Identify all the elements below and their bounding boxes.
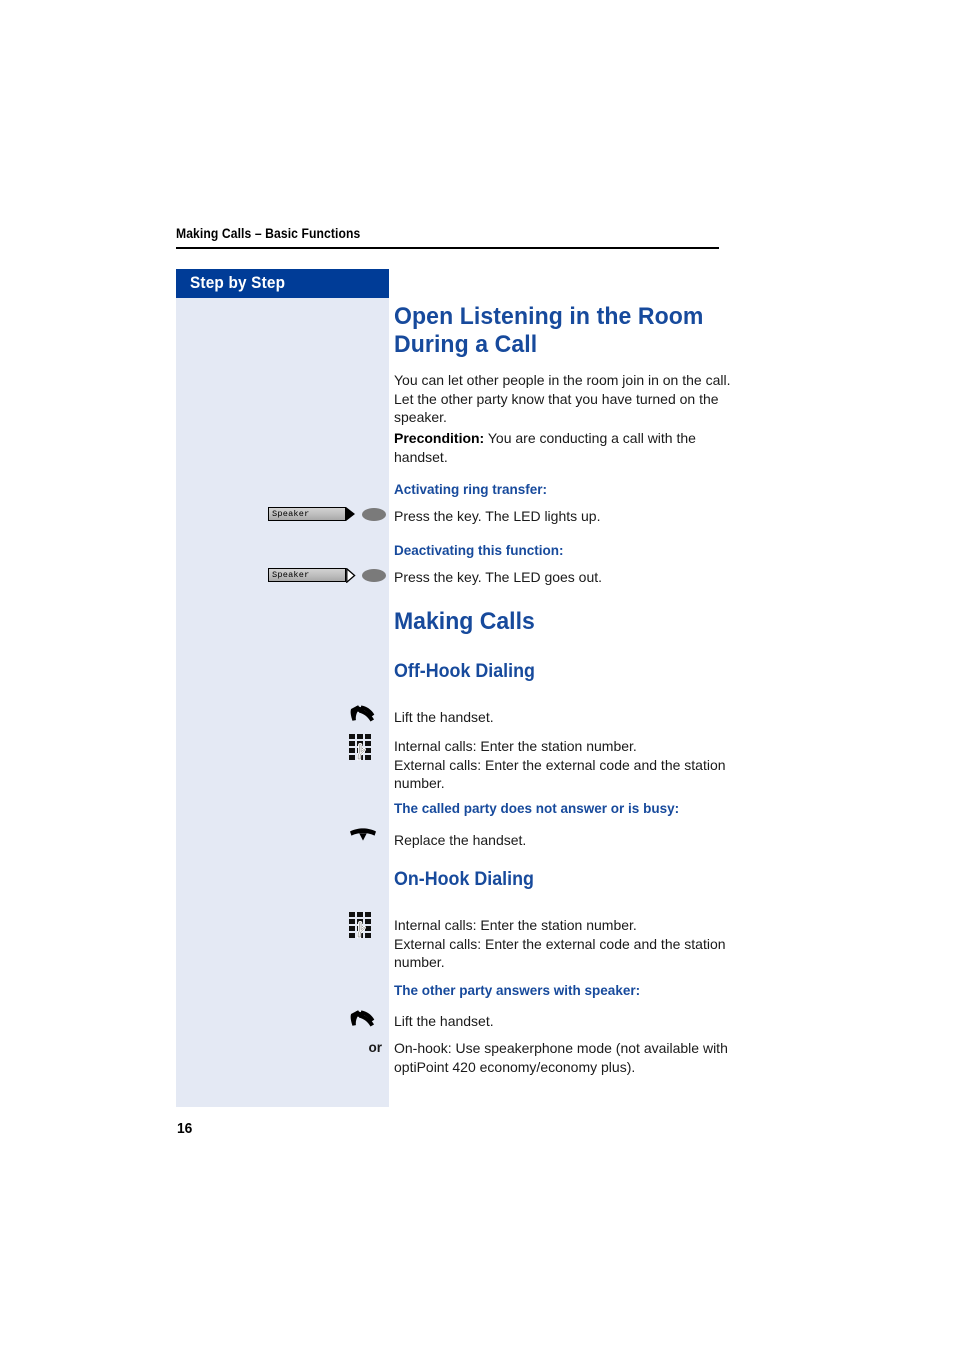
- step-activating-text: Press the key. The LED lights up.: [394, 507, 744, 526]
- speaker-key-body: Speaker: [268, 568, 346, 582]
- step-by-step-sidebar: [176, 269, 389, 1107]
- running-header-text: Making Calls – Basic Functions: [176, 226, 665, 241]
- step-lift-handset-1-text: Lift the handset.: [394, 708, 744, 727]
- replace-handset-icon: [348, 828, 392, 844]
- step-on-hook-speakerphone-text: On-hook: Use speakerphone mode (not avai…: [394, 1039, 746, 1076]
- page-number: 16: [177, 1120, 192, 1137]
- subsection-heading-on-hook-dialing: On-Hook Dialing: [394, 868, 534, 891]
- page-title: Open Listening in the Room During a Call: [394, 303, 718, 359]
- speaker-key-arrow-filled: [346, 507, 355, 521]
- document-page: Making Calls – Basic Functions Step by S…: [0, 0, 954, 1350]
- section-heading-making-calls: Making Calls: [394, 608, 535, 636]
- speaker-key-led-off[interactable]: Speaker: [268, 568, 386, 582]
- cue-called-party-no-answer: The called party does not answer or is b…: [394, 800, 679, 817]
- cue-deactivating-function: Deactivating this function:: [394, 542, 564, 559]
- step-replace-handset-text: Replace the handset.: [394, 831, 744, 850]
- running-header: Making Calls – Basic Functions: [176, 226, 719, 241]
- precondition-label: Precondition:: [394, 430, 484, 446]
- speaker-key-led-on[interactable]: Speaker: [268, 507, 386, 521]
- cue-activating-ring-transfer: Activating ring transfer:: [394, 481, 547, 498]
- lift-handset-icon: [348, 705, 392, 727]
- step-by-step-header-bar: Step by Step: [176, 269, 389, 298]
- subsection-heading-off-hook-dialing: Off-Hook Dialing: [394, 660, 535, 683]
- step-deactivating-text: Press the key. The LED goes out.: [394, 568, 744, 587]
- header-rule: [176, 247, 719, 249]
- lift-handset-icon: [348, 1010, 392, 1032]
- speaker-key-label: Speaker: [269, 510, 310, 519]
- precondition-paragraph: Precondition: You are conducting a call …: [394, 429, 746, 466]
- keypad-icon: [348, 911, 392, 939]
- speaker-key-arrow-hollow: [346, 568, 355, 582]
- speaker-key-label: Speaker: [269, 571, 310, 580]
- speaker-key-body: Speaker: [268, 507, 346, 521]
- speaker-key-led-indicator: [362, 569, 386, 582]
- step-lift-handset-2-text: Lift the handset.: [394, 1012, 744, 1031]
- step-enter-number-1-text: Internal calls: Enter the station number…: [394, 737, 744, 793]
- intro-paragraph: You can let other people in the room joi…: [394, 371, 744, 427]
- step-by-step-label: Step by Step: [190, 274, 285, 293]
- cue-other-party-answers: The other party answers with speaker:: [394, 982, 640, 999]
- or-connector-label: or: [352, 1040, 382, 1055]
- step-enter-number-2-text: Internal calls: Enter the station number…: [394, 916, 744, 972]
- speaker-key-led-indicator: [362, 508, 386, 521]
- keypad-icon: [348, 733, 392, 761]
